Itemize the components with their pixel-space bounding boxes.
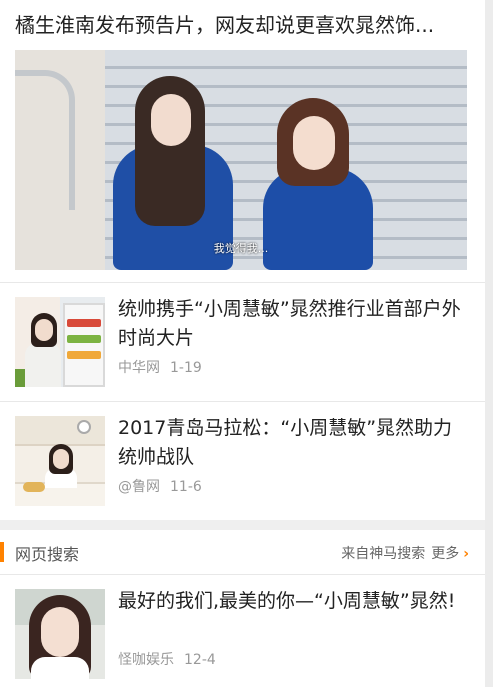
news-thumbnail[interactable] [15,297,105,387]
clock-icon [77,420,91,434]
news-source: 中华网 [118,360,160,376]
news-meta: @鲁网 11-6 [118,476,202,496]
news-item[interactable]: 2017青岛马拉松：“小周慧敏”晁然助力统帅战队 @鲁网 11-6 [0,402,485,520]
web-search-header: 网页搜索 来自神马搜索 更多 › [0,530,485,574]
more-label[interactable]: 更多 [431,546,459,562]
section-title: 网页搜索 [15,545,80,564]
hero-card[interactable]: 橘生淮南发布预告片，网友却说更喜欢晁然饰... 我觉得我... [0,0,485,282]
handrail [15,70,75,210]
section-gap [0,520,485,530]
section-accent-bar [0,542,4,562]
scroll-gutter [485,0,493,687]
news-date: 1-19 [170,360,202,376]
news-source: @鲁网 [118,479,160,495]
hero-image[interactable]: 我觉得我... [15,50,467,270]
search-result-item[interactable]: 最好的我们,最美的你—“小周慧敏”晁然! 怪咖娱乐 12-4 [0,575,485,687]
result-meta: 怪咖娱乐 12-4 [118,649,216,669]
news-title[interactable]: 2017青岛马拉松：“小周慧敏”晁然助力统帅战队 [118,414,468,472]
news-title[interactable]: 统帅携手“小周慧敏”晁然推行业首部户外时尚大片 [118,295,468,353]
result-date: 12-4 [184,652,216,668]
result-title[interactable]: 最好的我们,最美的你—“小周慧敏”晁然! [118,587,468,616]
result-source: 怪咖娱乐 [118,652,174,668]
news-thumbnail[interactable] [15,416,105,506]
news-date: 11-6 [170,479,202,495]
more-link[interactable]: 来自神马搜索 更多 › [341,543,469,563]
source-label: 来自神马搜索 [341,546,426,562]
news-meta: 中华网 1-19 [118,357,202,377]
news-item[interactable]: 统帅携手“小周慧敏”晁然推行业首部户外时尚大片 中华网 1-19 [0,283,485,401]
chevron-right-icon[interactable]: › [463,546,469,562]
result-thumbnail[interactable] [15,589,105,679]
hero-title[interactable]: 橘生淮南发布预告片，网友却说更喜欢晁然饰... [15,11,470,39]
video-subtitle: 我觉得我... [213,242,269,255]
